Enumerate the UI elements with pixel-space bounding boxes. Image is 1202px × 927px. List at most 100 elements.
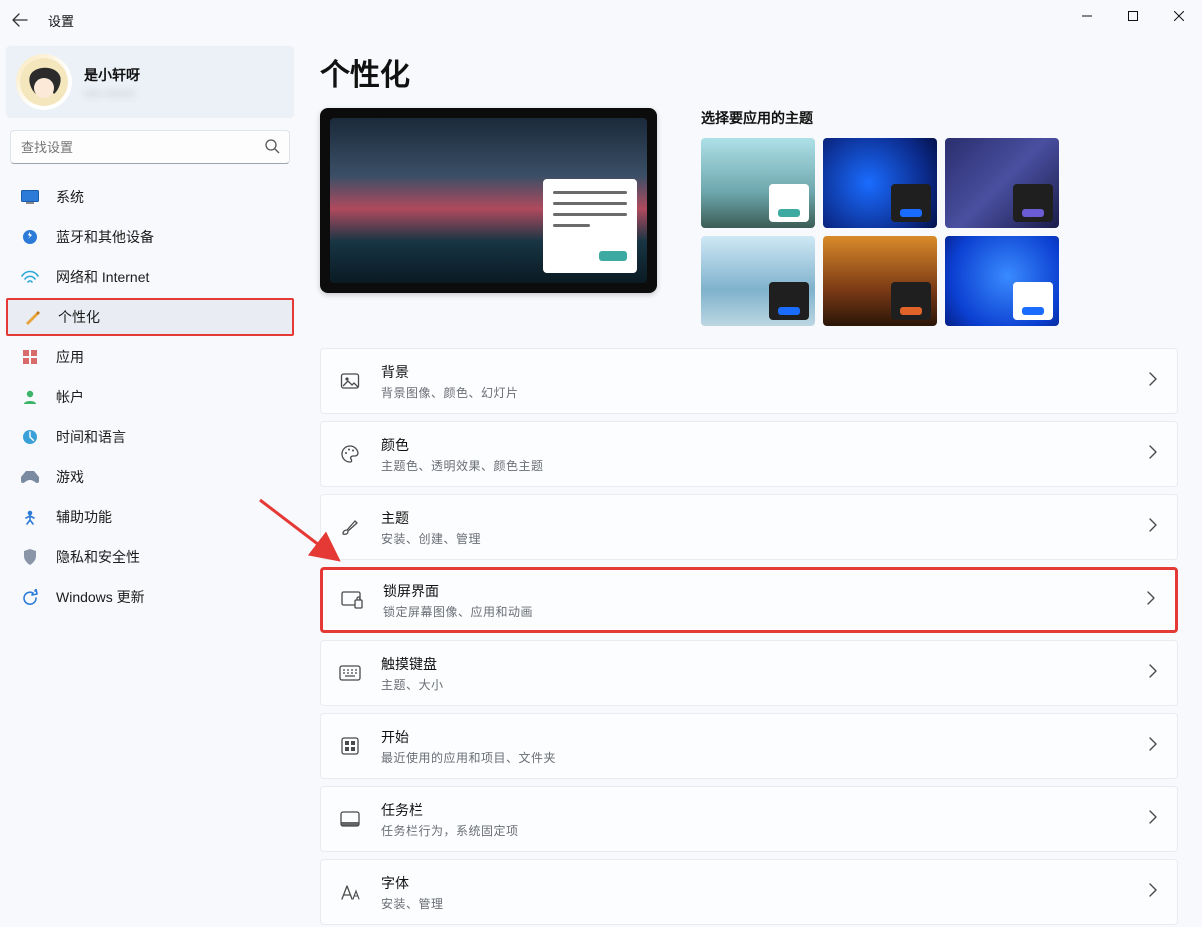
keyboard-icon [339,662,361,684]
settings-list: 背景背景图像、颜色、幻灯片颜色主题色、透明效果、颜色主题主题安装、创建、管理锁屏… [320,348,1178,925]
setting-row-start[interactable]: 开始最近使用的应用和项目、文件夹 [320,713,1178,779]
sidebar: 是小轩呀 ---- ------- 系统蓝牙和其他设备网络和 Internet 个… [0,40,300,927]
setting-title: 任务栏 [381,800,1129,820]
setting-title: 背景 [381,362,1129,382]
sidebar-item-3[interactable]: 个性化 [6,298,294,336]
profile-name: 是小轩呀 [84,65,140,85]
chevron-right-icon [1149,810,1157,829]
theme-option-3[interactable] [701,236,815,326]
setting-text: 背景背景图像、颜色、幻灯片 [381,362,1129,401]
close-icon [1174,11,1184,21]
nav-icon-10 [20,587,40,607]
nav-label: 蓝牙和其他设备 [56,227,154,247]
sidebar-item-7[interactable]: 游戏 [6,458,294,496]
nav-icon-9 [20,547,40,567]
nav-icon-0 [20,187,40,207]
themes-heading: 选择要应用的主题 [701,108,1178,128]
sidebar-item-8[interactable]: 辅助功能 [6,498,294,536]
avatar [16,54,72,110]
setting-text: 字体安装、管理 [381,873,1129,912]
close-button[interactable] [1156,0,1202,32]
nav-icon-6 [20,427,40,447]
sidebar-item-6[interactable]: 时间和语言 [6,418,294,456]
setting-row-keyboard[interactable]: 触摸键盘主题、大小 [320,640,1178,706]
taskbar-icon [339,808,361,830]
setting-desc: 安装、管理 [381,895,1129,912]
themes-section: 选择要应用的主题 [701,108,1178,326]
back-button[interactable] [0,0,40,40]
brush-icon [339,516,361,538]
minimize-button[interactable] [1064,0,1110,32]
sidebar-item-2[interactable]: 网络和 Internet [6,258,294,296]
nav-icon-8 [20,507,40,527]
setting-row-lock-screen[interactable]: 锁屏界面锁定屏幕图像、应用和动画 [320,567,1178,633]
theme-grid [701,138,1178,326]
image-icon [339,370,361,392]
desktop-preview [320,108,657,293]
setting-title: 触摸键盘 [381,654,1129,674]
setting-title: 字体 [381,873,1129,893]
theme-option-0[interactable] [701,138,815,228]
setting-row-taskbar[interactable]: 任务栏任务栏行为，系统固定项 [320,786,1178,852]
setting-desc: 背景图像、颜色、幻灯片 [381,384,1129,401]
search-input[interactable] [10,130,290,164]
back-arrow-icon [12,12,28,28]
theme-badge [1013,184,1053,222]
theme-badge [769,282,809,320]
sidebar-item-5[interactable]: 帐户 [6,378,294,416]
setting-text: 颜色主题色、透明效果、颜色主题 [381,435,1129,474]
nav-label: 时间和语言 [56,427,126,447]
profile-email: ---- ------- [84,85,140,100]
setting-text: 主题安装、创建、管理 [381,508,1129,547]
preview-and-themes: 选择要应用的主题 [320,108,1178,326]
preview-wallpaper [330,118,647,283]
maximize-button[interactable] [1110,0,1156,32]
theme-badge [891,282,931,320]
theme-option-5[interactable] [945,236,1059,326]
theme-option-2[interactable] [945,138,1059,228]
setting-desc: 任务栏行为，系统固定项 [381,822,1129,839]
theme-badge [891,184,931,222]
sidebar-item-0[interactable]: 系统 [6,178,294,216]
main-content: 个性化 选择要应用的主题 背景背景图像、颜色、幻灯片颜色主题色、透明效果、颜色主… [300,40,1202,927]
nav-label: 应用 [56,347,84,367]
setting-desc: 主题色、透明效果、颜色主题 [381,457,1129,474]
nav-label: 隐私和安全性 [56,547,140,567]
setting-title: 开始 [381,727,1129,747]
nav-icon-1 [20,227,40,247]
window-title: 设置 [48,11,74,30]
setting-text: 锁屏界面锁定屏幕图像、应用和动画 [383,581,1127,620]
profile-text: 是小轩呀 ---- ------- [84,65,140,100]
setting-desc: 安装、创建、管理 [381,530,1129,547]
chevron-right-icon [1149,883,1157,902]
theme-option-1[interactable] [823,138,937,228]
setting-title: 颜色 [381,435,1129,455]
profile-card[interactable]: 是小轩呀 ---- ------- [6,46,294,118]
setting-desc: 最近使用的应用和项目、文件夹 [381,749,1129,766]
setting-title: 主题 [381,508,1129,528]
sidebar-item-4[interactable]: 应用 [6,338,294,376]
nav-label: 游戏 [56,467,84,487]
nav-label: 个性化 [58,307,100,327]
chevron-right-icon [1147,591,1155,610]
search-container [6,130,294,178]
nav-icon-5 [20,387,40,407]
preview-window-card [543,179,637,273]
nav-list: 系统蓝牙和其他设备网络和 Internet 个性化应用帐户时间和语言游戏辅助功能隐… [6,178,294,616]
theme-option-4[interactable] [823,236,937,326]
nav-icon-3 [22,307,42,327]
setting-row-font[interactable]: 字体安装、管理 [320,859,1178,925]
theme-badge [769,184,809,222]
nav-icon-2 [20,267,40,287]
chevron-right-icon [1149,372,1157,391]
setting-row-brush[interactable]: 主题安装、创建、管理 [320,494,1178,560]
sidebar-item-1[interactable]: 蓝牙和其他设备 [6,218,294,256]
setting-text: 开始最近使用的应用和项目、文件夹 [381,727,1129,766]
setting-title: 锁屏界面 [383,581,1127,601]
sidebar-item-10[interactable]: Windows 更新 [6,578,294,616]
nav-label: 辅助功能 [56,507,112,527]
setting-row-image[interactable]: 背景背景图像、颜色、幻灯片 [320,348,1178,414]
sidebar-item-9[interactable]: 隐私和安全性 [6,538,294,576]
theme-badge [1013,282,1053,320]
setting-row-palette[interactable]: 颜色主题色、透明效果、颜色主题 [320,421,1178,487]
